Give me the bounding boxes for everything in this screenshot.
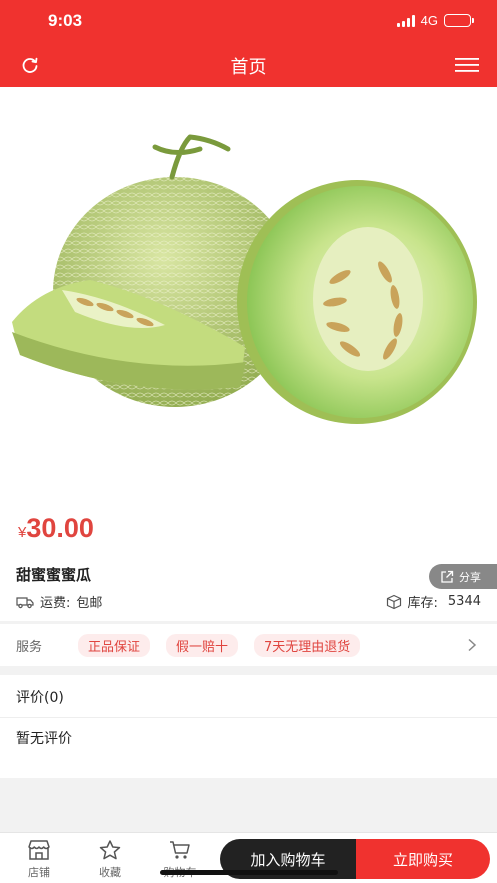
nav-bar: 首页	[0, 44, 497, 87]
shipping-label: 运费:	[40, 596, 71, 611]
menu-icon[interactable]	[455, 57, 479, 73]
melon-image	[12, 134, 477, 424]
page-title: 首页	[230, 57, 267, 78]
chevron-right-icon	[468, 638, 477, 652]
service-row[interactable]: 服务 正品保证 假一赔十 7天无理由退货	[0, 624, 497, 666]
status-indicators: 4G	[396, 13, 474, 28]
status-bar: 9:03 4G	[0, 0, 497, 44]
shop-label: 店铺	[28, 866, 50, 879]
product-image[interactable]	[0, 87, 497, 497]
price-value: 30.00	[26, 513, 94, 543]
service-label: 服务	[16, 639, 43, 655]
stock-value: 5344	[447, 594, 481, 609]
review-header[interactable]: 评价(0)	[0, 675, 497, 718]
favorite-label: 收藏	[99, 866, 121, 879]
share-button[interactable]: 分享	[429, 564, 497, 589]
service-tag: 正品保证	[78, 633, 151, 657]
service-tag: 7天无理由退货	[254, 633, 361, 657]
network-type: 4G	[420, 13, 438, 28]
shop-icon	[28, 840, 50, 860]
signal-icon	[396, 14, 415, 27]
home-indicator	[160, 870, 338, 875]
shipping-value: 包邮	[76, 596, 103, 611]
product-title: 甜蜜蜜蜜瓜	[16, 566, 92, 584]
shipping: 运费: 包邮	[16, 592, 102, 611]
status-time: 9:03	[48, 11, 83, 30]
star-icon	[99, 840, 121, 860]
shop-button[interactable]: 店铺	[17, 839, 61, 880]
product-info: ¥30.00 甜蜜蜜蜜瓜 分享 运费: 包邮 库存: 5344	[0, 497, 497, 621]
cart-icon	[170, 841, 190, 859]
share-icon	[441, 570, 454, 583]
price: ¥30.00	[18, 513, 94, 544]
favorite-button[interactable]: 收藏	[88, 839, 132, 880]
truck-icon	[16, 596, 34, 608]
review-empty: 暂无评价	[0, 718, 497, 778]
stock: 库存: 5344	[386, 592, 481, 611]
box-icon	[386, 594, 401, 609]
bottom-bar: 店铺 收藏 购物车 加入购物车 立即购买	[0, 832, 497, 883]
buy-now-button[interactable]: 立即购买	[356, 839, 490, 879]
battery-icon	[444, 14, 474, 27]
share-label: 分享	[459, 570, 481, 584]
review-title: 评价(0)	[16, 690, 64, 706]
service-tag: 假一赔十	[166, 633, 239, 657]
review-empty-text: 暂无评价	[16, 731, 72, 747]
stock-label: 库存:	[407, 596, 438, 611]
